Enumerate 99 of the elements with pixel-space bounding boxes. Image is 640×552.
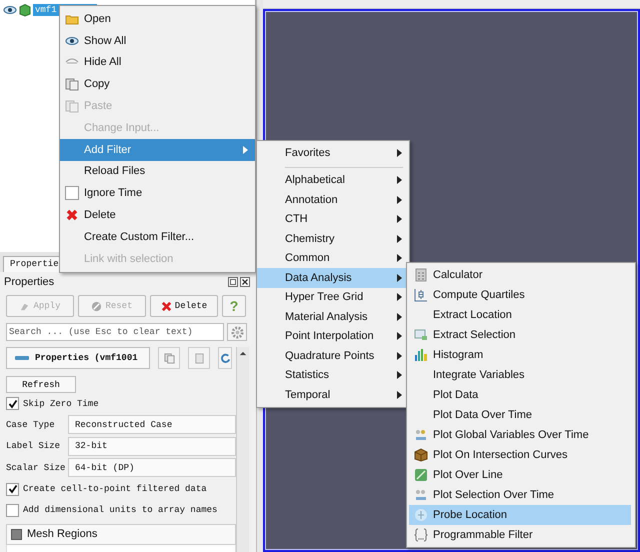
paste-icon bbox=[65, 99, 79, 114]
submenu-arrow-icon bbox=[397, 196, 402, 204]
braces-icon bbox=[414, 528, 428, 542]
submenu-arrow-icon bbox=[397, 234, 402, 243]
menu-item[interactable]: Calculator bbox=[409, 265, 631, 285]
field-label: Case Type bbox=[6, 420, 56, 430]
cube-icon bbox=[414, 448, 428, 462]
menu-item[interactable]: Create Custom Filter... bbox=[60, 226, 255, 248]
settings-button[interactable] bbox=[227, 323, 247, 341]
checkbox-label: Add dimensional units to array names bbox=[23, 505, 218, 515]
search-field[interactable]: Search ... (use Esc to clear text) bbox=[6, 323, 224, 341]
menu-item[interactable]: Add Filter bbox=[60, 138, 255, 161]
menu-item[interactable]: Chemistry bbox=[257, 229, 409, 248]
reload-icon bbox=[220, 352, 230, 364]
menu-item[interactable]: Statistics bbox=[257, 366, 409, 385]
menu-item[interactable]: Plot Data Over Time bbox=[409, 405, 631, 425]
submenu-arrow-icon bbox=[397, 312, 402, 321]
cube-icon bbox=[18, 3, 32, 17]
menu-item[interactable]: Annotation bbox=[257, 190, 409, 210]
checkbox[interactable] bbox=[6, 482, 19, 496]
copy-icon bbox=[65, 77, 79, 92]
reload-button[interactable] bbox=[218, 347, 232, 369]
no-entry-icon bbox=[91, 300, 102, 312]
menu-item[interactable]: Plot Selection Over Time bbox=[409, 485, 631, 505]
menu-item[interactable]: Integrate Variables bbox=[409, 365, 631, 385]
checkbox[interactable] bbox=[6, 504, 19, 516]
panel-title: Properties bbox=[4, 276, 54, 288]
collapse-icon bbox=[15, 355, 29, 361]
probe-icon bbox=[414, 508, 428, 522]
submenu-arrow-icon bbox=[397, 215, 402, 224]
menu-item[interactable]: Histogram bbox=[409, 345, 631, 365]
scrollbar[interactable] bbox=[236, 347, 249, 552]
submenu-arrow-icon bbox=[397, 390, 402, 399]
menu-item[interactable]: Delete bbox=[60, 204, 255, 226]
menu-item[interactable]: Probe Location bbox=[409, 505, 631, 525]
dropdown[interactable]: Reconstructed Case bbox=[68, 415, 236, 434]
box-plot-icon bbox=[414, 288, 428, 302]
submenu-arrow-icon bbox=[397, 176, 402, 184]
menu-item[interactable]: Extract Selection bbox=[409, 325, 631, 345]
menu-item[interactable]: Data Analysis bbox=[257, 268, 409, 288]
delete-icon bbox=[65, 208, 79, 222]
section-header[interactable]: Properties (vmf1001 bbox=[6, 347, 150, 369]
menu-item[interactable]: Hyper Tree Grid bbox=[257, 288, 409, 307]
plot-icon bbox=[414, 428, 428, 442]
menu-item[interactable]: Plot On Intersection Curves bbox=[409, 445, 631, 465]
menu-item[interactable]: Hide All bbox=[60, 52, 255, 74]
menu-item[interactable]: Ignore Time bbox=[60, 182, 255, 204]
paste-icon bbox=[194, 352, 204, 364]
menu-item[interactable]: Open bbox=[60, 8, 255, 30]
submenu-arrow-icon bbox=[397, 332, 402, 340]
close-icon[interactable] bbox=[240, 277, 250, 287]
submenu-arrow-icon bbox=[397, 148, 402, 157]
menu-item[interactable]: Programmable Filter bbox=[409, 525, 631, 545]
checkbox[interactable] bbox=[65, 186, 79, 200]
menu-item[interactable]: Plot Global Variables Over Time bbox=[409, 425, 631, 445]
eye-icon[interactable] bbox=[3, 3, 17, 17]
line-icon bbox=[414, 468, 428, 482]
submenu-arrow-icon bbox=[243, 146, 248, 154]
copy-button[interactable] bbox=[158, 347, 180, 369]
checkbox[interactable] bbox=[11, 528, 22, 540]
float-icon[interactable] bbox=[228, 277, 238, 287]
field-label: Scalar Size bbox=[6, 462, 66, 473]
menu-item[interactable]: Point Interpolation bbox=[257, 326, 409, 346]
menu-item[interactable]: CTH bbox=[257, 210, 409, 229]
menu-item[interactable]: Show All bbox=[60, 30, 255, 52]
submenu-arrow-icon bbox=[397, 352, 402, 360]
histogram-icon bbox=[414, 348, 428, 362]
menu-item[interactable]: Extract Location bbox=[409, 305, 631, 325]
submenu-arrow-icon bbox=[397, 371, 402, 380]
scroll-up-icon[interactable] bbox=[239, 351, 247, 356]
plot-icon bbox=[414, 488, 428, 502]
menu-item[interactable]: Material Analysis bbox=[257, 307, 409, 326]
copy-icon bbox=[164, 352, 174, 364]
submenu-arrow-icon bbox=[397, 274, 402, 282]
menu-item[interactable]: Quadrature Points bbox=[257, 346, 409, 366]
menu-item[interactable]: Favorites bbox=[257, 143, 409, 162]
column-header: Mesh Regions bbox=[27, 528, 98, 540]
menu-item[interactable]: Temporal bbox=[257, 385, 409, 404]
menu-item[interactable]: Compute Quartiles bbox=[409, 285, 631, 305]
refresh-button[interactable]: Refresh bbox=[6, 376, 76, 393]
selection-icon bbox=[414, 328, 428, 342]
menu-item[interactable]: Plot Over Line bbox=[409, 465, 631, 485]
checkbox-label: Create cell-to-point filtered data bbox=[23, 484, 207, 494]
dropdown[interactable]: 64-bit (DP) bbox=[68, 458, 236, 478]
action-button[interactable]: Delete bbox=[150, 295, 218, 317]
submenu-arrow-icon bbox=[397, 293, 402, 302]
delete-icon bbox=[160, 300, 172, 312]
field-label: Label Size bbox=[6, 441, 62, 452]
menu-item[interactable]: Common bbox=[257, 248, 409, 268]
checkbox[interactable] bbox=[6, 397, 19, 410]
submenu-arrow-icon bbox=[397, 254, 402, 262]
gear-icon bbox=[230, 326, 244, 338]
menu-item[interactable]: Plot Data bbox=[409, 385, 631, 405]
dropdown[interactable]: 32-bit bbox=[68, 436, 236, 456]
menu-item[interactable]: Reload Files bbox=[60, 160, 255, 182]
menu-item[interactable]: Alphabetical bbox=[257, 170, 409, 190]
menu-item[interactable]: Copy bbox=[60, 73, 255, 96]
calculator-icon bbox=[414, 268, 428, 282]
checkbox-label: Skip Zero Time bbox=[23, 398, 99, 408]
